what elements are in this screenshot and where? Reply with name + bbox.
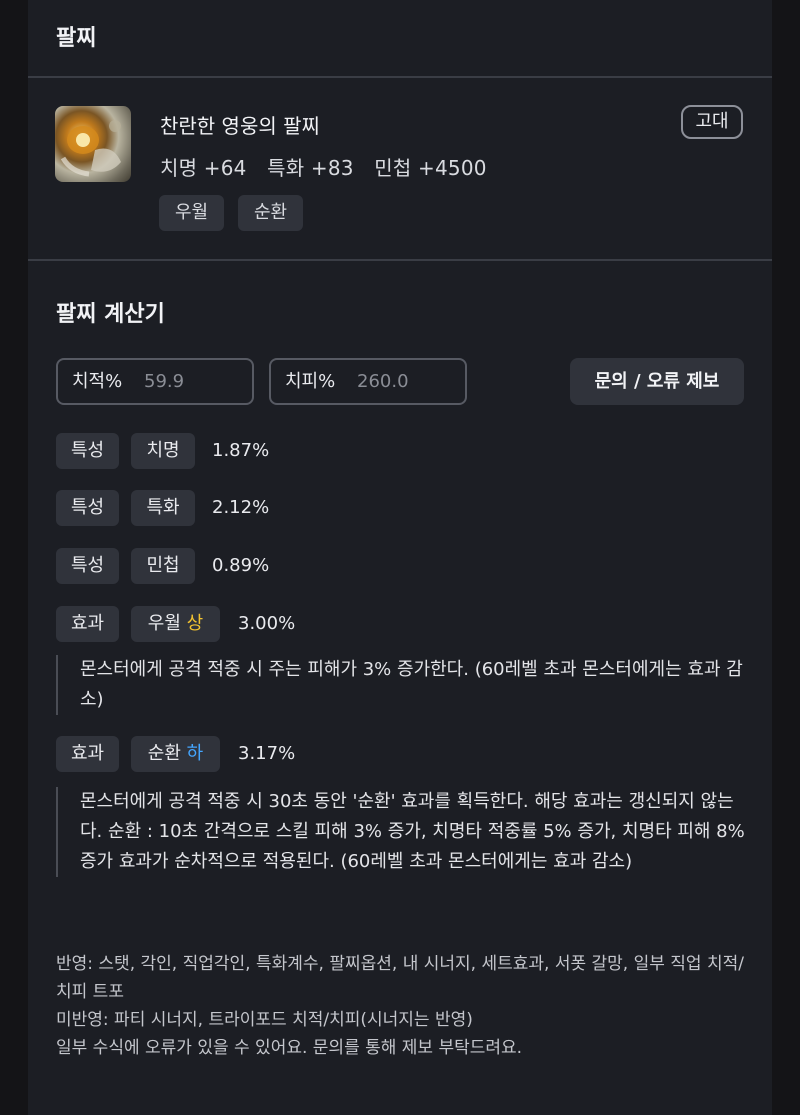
effect-grade: 상 bbox=[186, 613, 204, 634]
row-type-chip: 효과 bbox=[56, 606, 119, 642]
grade-badge: 고대 bbox=[681, 105, 743, 139]
report-error-button[interactable]: 문의 / 오류 제보 bbox=[570, 358, 744, 405]
row-name-chip: 민첩 bbox=[131, 548, 195, 584]
row-type-chip: 특성 bbox=[56, 548, 119, 584]
calculator-title: 팔찌 계산기 bbox=[56, 302, 165, 327]
row-percent: 0.89% bbox=[212, 555, 270, 576]
effect-grade: 하 bbox=[186, 743, 204, 764]
crit-rate-value[interactable]: 59.9 bbox=[144, 360, 184, 403]
crit-rate-label: 치적% bbox=[72, 371, 123, 392]
item-stats: 치명 +64 특화 +83 민첩 +4500 bbox=[160, 152, 501, 181]
crit-damage-label: 치피% bbox=[285, 371, 336, 392]
item-stat: 특화 +83 bbox=[267, 156, 354, 180]
section-title: 팔찌 bbox=[56, 26, 97, 51]
item-tag: 순환 bbox=[238, 195, 303, 231]
row-name-chip: 치명 bbox=[131, 433, 195, 469]
row-type-chip: 특성 bbox=[56, 433, 119, 469]
effect-description: 몬스터에게 공격 적중 시 30초 동안 '순환' 효과를 획득한다. 해당 효… bbox=[56, 787, 746, 877]
note-disclaimer: 일부 수식에 오류가 있을 수 있어요. 문의를 통해 제보 부탁드려요. bbox=[56, 1038, 523, 1058]
row-type-chip: 특성 bbox=[56, 490, 119, 526]
note-not-reflected: 미반영: 파티 시너지, 트라이포드 치적/치피(시너지는 반영) bbox=[56, 1010, 473, 1030]
row-name-chip: 우월 상 bbox=[131, 606, 220, 642]
item-name: 찬란한 영웅의 팔찌 bbox=[160, 114, 320, 138]
row-percent: 3.00% bbox=[238, 613, 296, 634]
row-type-chip: 효과 bbox=[56, 736, 119, 772]
effect-description: 몬스터에게 공격 적중 시 주는 피해가 3% 증가한다. (60레벨 초과 몬… bbox=[56, 655, 746, 715]
bracelet-panel: 팔찌 찬란한 영웅의 팔찌 치명 +64 특화 +83 민첩 +4500 고대 … bbox=[28, 0, 772, 1115]
crit-damage-value[interactable]: 260.0 bbox=[357, 360, 409, 403]
row-name-chip: 순환 하 bbox=[131, 736, 220, 772]
bracelet-item-icon bbox=[55, 106, 131, 182]
row-percent: 1.87% bbox=[212, 440, 270, 461]
item-stat: 민첩 +4500 bbox=[374, 156, 487, 180]
row-percent: 2.12% bbox=[212, 497, 270, 518]
crit-damage-field[interactable]: 치피% 260.0 bbox=[269, 358, 467, 405]
crit-rate-field[interactable]: 치적% 59.9 bbox=[56, 358, 254, 405]
effect-name: 우월 bbox=[147, 613, 181, 634]
note-reflected: 반영: 스탯, 각인, 직업각인, 특화계수, 팔찌옵션, 내 시너지, 세트효… bbox=[56, 954, 744, 1002]
item-tag: 우월 bbox=[159, 195, 224, 231]
row-percent: 3.17% bbox=[238, 743, 296, 764]
row-name-chip: 특화 bbox=[131, 490, 195, 526]
item-stat: 치명 +64 bbox=[160, 156, 247, 180]
divider bbox=[28, 76, 772, 78]
effect-name: 순환 bbox=[147, 743, 181, 764]
divider bbox=[28, 259, 772, 261]
